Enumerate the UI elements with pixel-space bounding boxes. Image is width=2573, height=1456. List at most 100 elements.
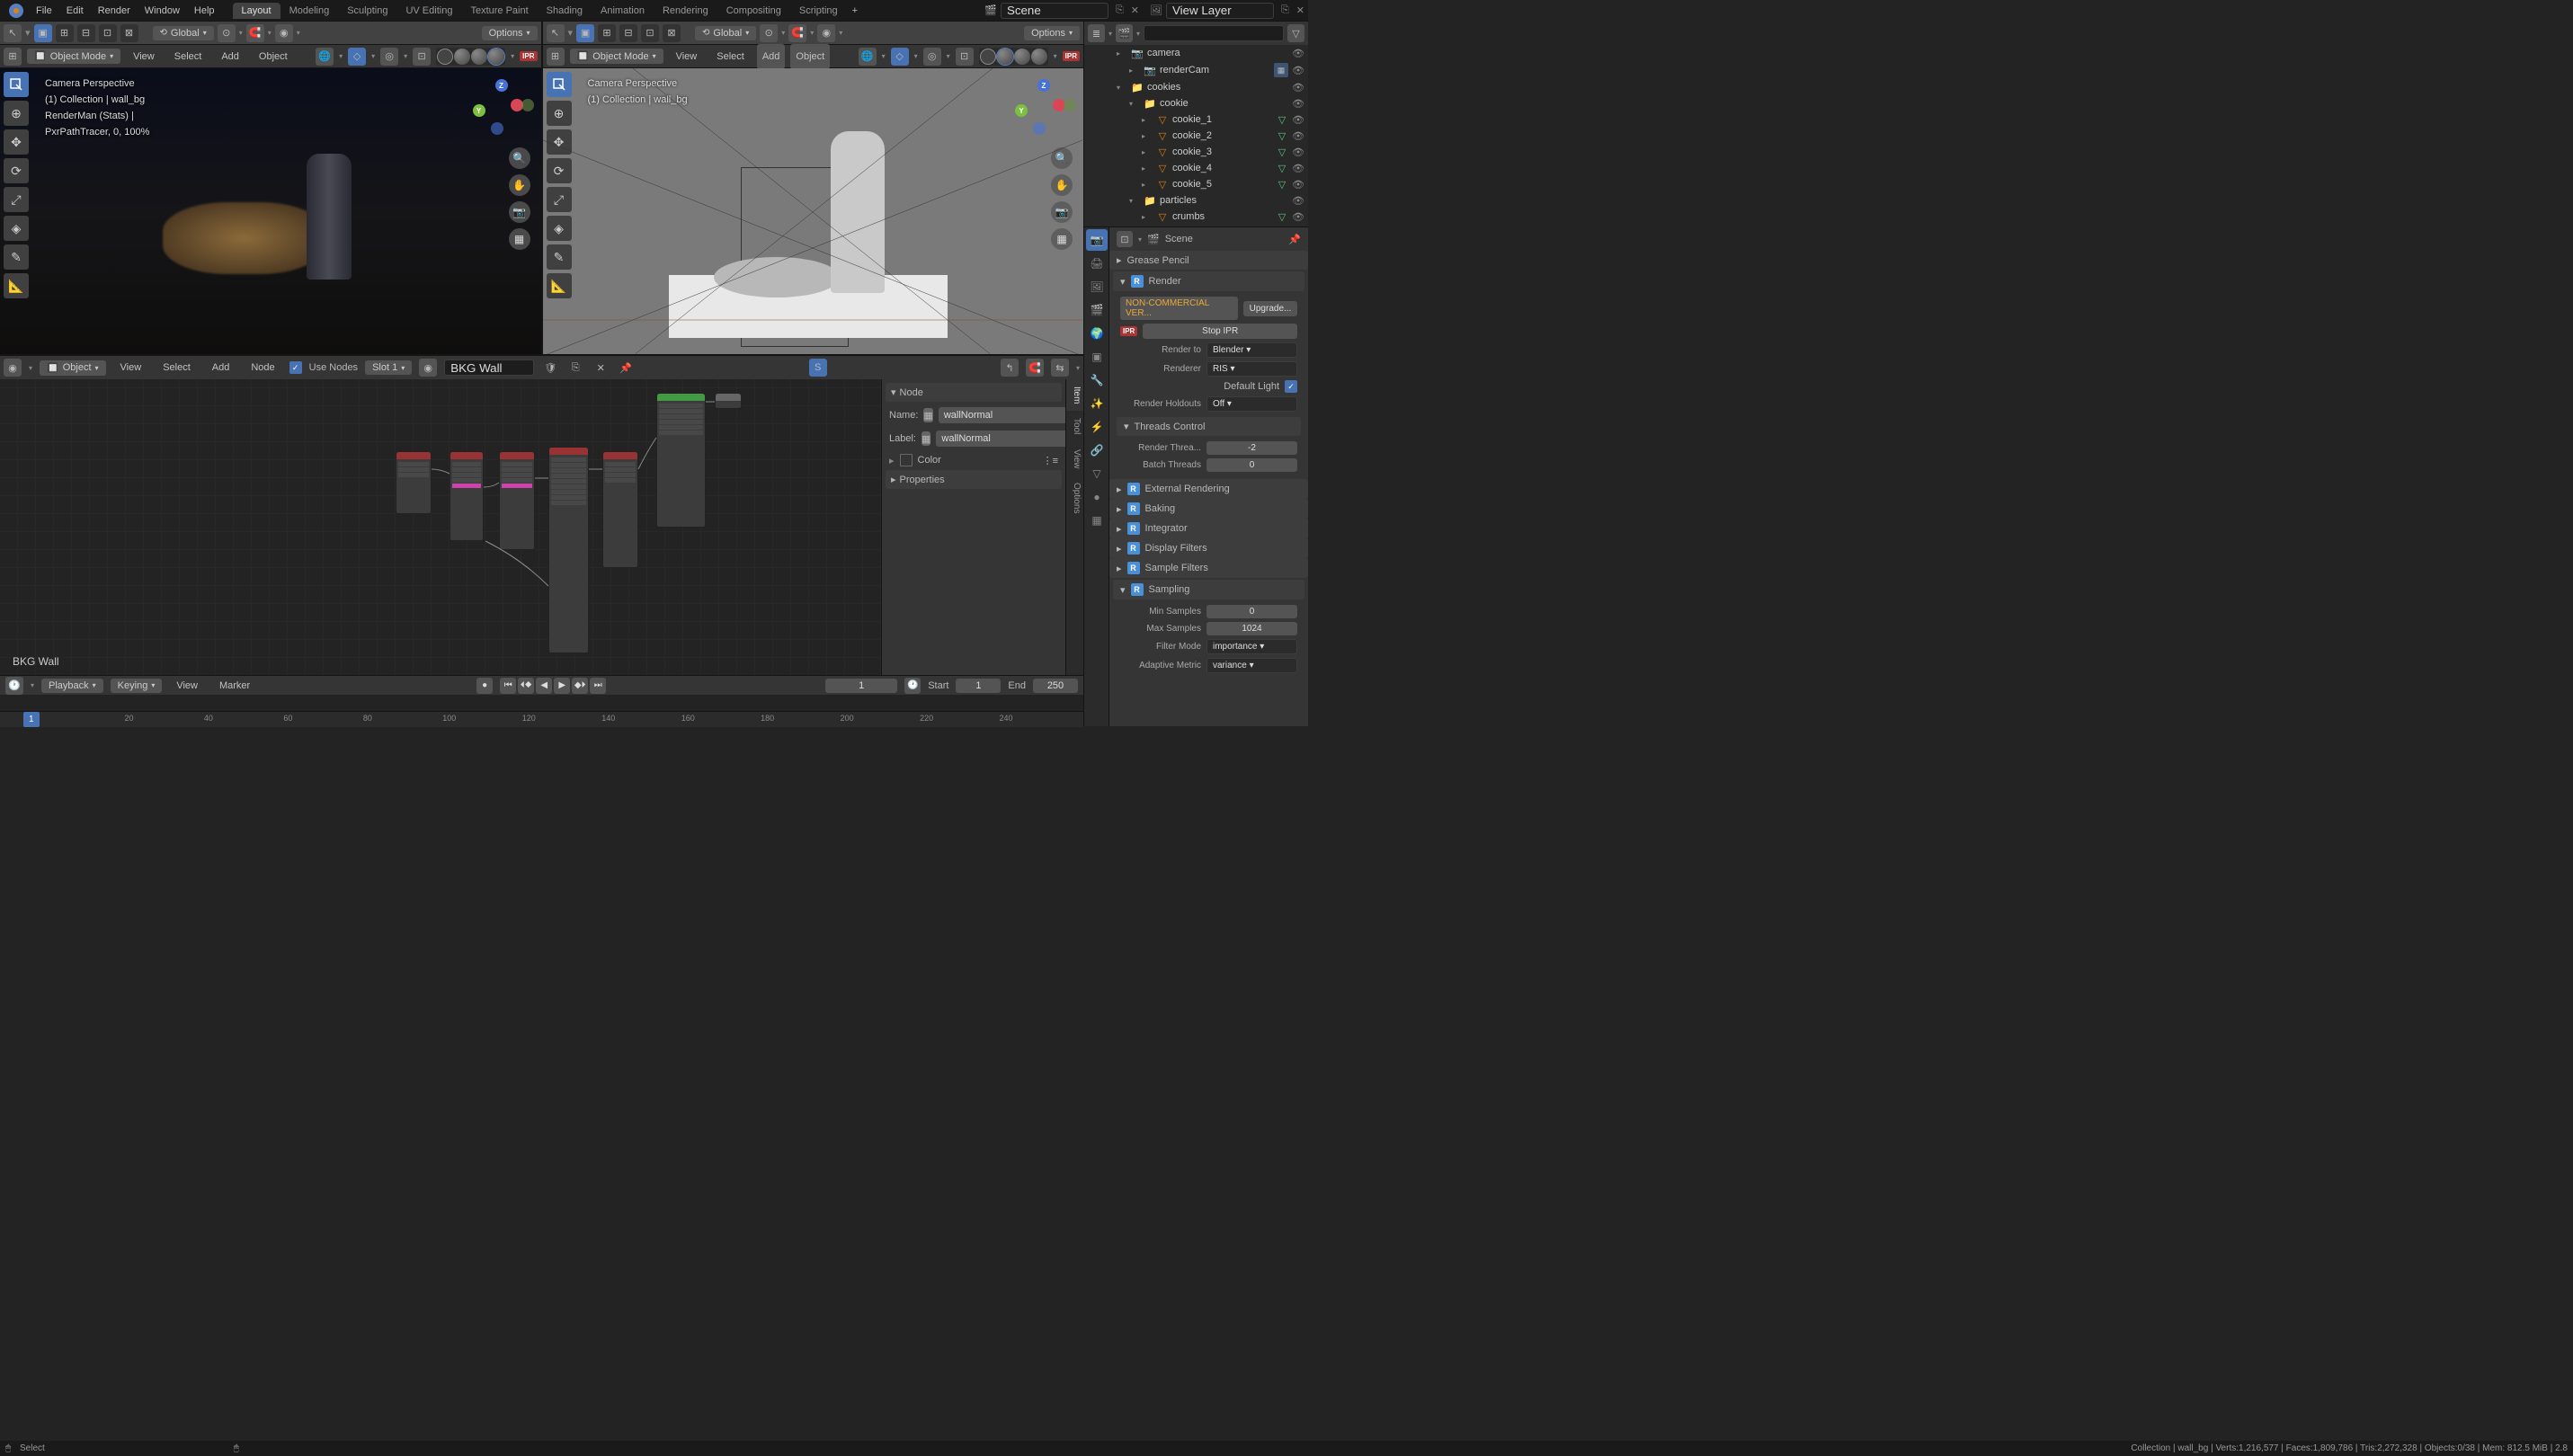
tool-rotate[interactable]: ⟳: [4, 158, 29, 183]
keying-dropdown[interactable]: Keying: [111, 679, 163, 693]
viewport-menu-add-r[interactable]: Add: [757, 44, 786, 69]
preset-icon[interactable]: ⋮≡: [1043, 455, 1058, 466]
timeline-menu-view[interactable]: View: [169, 675, 205, 697]
snap-r1[interactable]: ⊞: [598, 24, 616, 42]
disclosure-icon[interactable]: ▸: [1129, 67, 1140, 75]
shading-mode-selector-r[interactable]: [979, 48, 1048, 66]
overlay-icon-r[interactable]: ◎: [923, 48, 941, 66]
outliner-item-particles[interactable]: ▾📁particles👁: [1084, 192, 1308, 209]
mode-dropdown-right[interactable]: 🔲 Object Mode: [570, 49, 663, 64]
overlay-icon[interactable]: ◎: [380, 48, 398, 66]
prop-tab-world[interactable]: 🌍: [1086, 323, 1108, 344]
arrange-icon[interactable]: ⇆: [1051, 359, 1069, 377]
prop-tab-object[interactable]: ▣: [1086, 346, 1108, 368]
visibility-toggle-icon[interactable]: 👁: [1292, 130, 1304, 142]
outliner-item-cookie_1[interactable]: ▸▽cookie_1▽👁: [1084, 111, 1308, 128]
visibility-toggle-icon[interactable]: 👁: [1292, 163, 1304, 174]
max-samples-field[interactable]: 1024: [1206, 622, 1297, 635]
node-label-input[interactable]: [936, 431, 1074, 447]
outliner-search[interactable]: [1144, 25, 1284, 41]
options-dropdown-r[interactable]: Options: [1024, 26, 1080, 40]
nav-pan-icon-r[interactable]: ✋: [1051, 174, 1073, 196]
disclosure-icon[interactable]: ▸: [1117, 49, 1127, 58]
play-reverse-icon[interactable]: ◀: [536, 678, 552, 694]
play-icon[interactable]: ▶: [554, 678, 570, 694]
disclosure-icon[interactable]: ▸: [1142, 213, 1153, 221]
prop-tab-material[interactable]: ●: [1086, 486, 1108, 508]
transform-orientation-dropdown-r[interactable]: ⟲ Global: [695, 26, 756, 40]
snap-node-icon[interactable]: S: [809, 359, 827, 377]
default-light-checkbox[interactable]: ✓: [1285, 380, 1297, 393]
nav-pan-icon[interactable]: ✋: [509, 174, 530, 196]
visibility-toggle-icon[interactable]: 👁: [1292, 146, 1304, 158]
menu-file[interactable]: File: [29, 0, 59, 22]
timeline-editor-icon[interactable]: 🕐: [5, 677, 23, 695]
workspace-tab-modeling[interactable]: Modeling: [280, 3, 339, 19]
disclosure-icon[interactable]: ▸: [1142, 132, 1153, 140]
node-sidebar-tab-options[interactable]: Options: [1066, 475, 1083, 520]
node-menu-select[interactable]: Select: [156, 357, 198, 378]
tool-measure[interactable]: 📐: [4, 273, 29, 298]
viewlayer-delete-icon[interactable]: ✕: [1296, 4, 1304, 16]
tool-cursor[interactable]: ⊕: [4, 101, 29, 126]
nav-zoom-icon-r[interactable]: 🔍: [1051, 147, 1073, 169]
cursor-tool-icon[interactable]: ↖: [4, 24, 22, 42]
workspace-tab-shading[interactable]: Shading: [538, 3, 592, 19]
shading-matpreview-icon-r[interactable]: [1014, 49, 1030, 65]
frame-cursor[interactable]: 1: [23, 712, 40, 727]
visibility-toggle-icon[interactable]: 👁: [1292, 82, 1304, 93]
mode-dropdown-left[interactable]: 🔲 Object Mode: [27, 49, 120, 64]
node-menu-view[interactable]: View: [113, 357, 149, 378]
upgrade-button[interactable]: Upgrade...: [1243, 301, 1297, 316]
outliner-item-cookie_3[interactable]: ▸▽cookie_3▽👁: [1084, 144, 1308, 160]
transform-orientation-dropdown[interactable]: ⟲ Global: [153, 26, 214, 40]
tool-move-r[interactable]: ✥: [547, 129, 572, 155]
shading-matpreview-icon[interactable]: [471, 49, 487, 65]
overlay-toggle-icon-r[interactable]: 🌐: [859, 48, 877, 66]
stop-ipr-button[interactable]: Stop IPR: [1143, 324, 1297, 339]
node-sidebar-tab-view[interactable]: View: [1066, 442, 1083, 476]
visibility-toggle-icon[interactable]: 👁: [1292, 48, 1304, 59]
pin-icon[interactable]: 🛡: [541, 359, 559, 377]
snap-r2[interactable]: ⊟: [619, 24, 637, 42]
ext-rendering-header[interactable]: ▸ R External Rendering: [1109, 479, 1308, 499]
tool-scale[interactable]: ⤢: [4, 187, 29, 212]
prop-tab-viewlayer[interactable]: 🖼: [1086, 276, 1108, 297]
mesh-data-icon[interactable]: ▽: [1276, 178, 1288, 191]
prop-tab-scene[interactable]: 🎬: [1086, 299, 1108, 321]
snap-icon-2[interactable]: ⊟: [77, 24, 95, 42]
proportional-edit-icon[interactable]: ◉: [275, 24, 293, 42]
tool-measure-r[interactable]: 📐: [547, 273, 572, 298]
render-holdouts-dropdown[interactable]: Off ▾: [1206, 396, 1297, 412]
parent-node-icon[interactable]: ↰: [1001, 359, 1019, 377]
prop-tab-texture[interactable]: ▦: [1086, 510, 1108, 531]
mesh-data-icon[interactable]: ▽: [1276, 146, 1288, 158]
preview-range-icon[interactable]: 🕐: [904, 678, 921, 694]
shading-mode-selector[interactable]: [436, 48, 505, 66]
menu-edit[interactable]: Edit: [59, 0, 91, 22]
pivot-point-icon-r[interactable]: ⊙: [760, 24, 778, 42]
prop-tab-output[interactable]: 🖨: [1086, 253, 1108, 274]
outliner-item-rendercam[interactable]: ▸📷renderCam▦👁: [1084, 61, 1308, 79]
node-menu-add[interactable]: Add: [205, 357, 237, 378]
snap-icon-4[interactable]: ⊠: [120, 24, 138, 42]
workspace-tab-texture-paint[interactable]: Texture Paint: [461, 3, 537, 19]
node-canvas[interactable]: BKG Wall ▾ Node Name:▦ Label:▦ ▸ Color⋮≡…: [0, 379, 1083, 675]
viewport-menu-select[interactable]: Select: [167, 46, 209, 67]
visibility-toggle-icon[interactable]: 👁: [1292, 195, 1304, 207]
copy-icon[interactable]: ⎘: [566, 359, 584, 377]
render-to-dropdown[interactable]: Blender ▾: [1206, 342, 1297, 358]
outliner-item-camera[interactable]: ▸📷camera👁: [1084, 45, 1308, 61]
nav-zoom-icon[interactable]: 🔍: [509, 147, 530, 169]
node-editor-type-icon[interactable]: ◉: [4, 359, 22, 377]
scene-browse-icon[interactable]: 🎬: [984, 4, 997, 16]
node-sidebar-tab-tool[interactable]: Tool: [1066, 411, 1083, 441]
snap-icon-3[interactable]: ⊡: [99, 24, 117, 42]
viewport-menu-add[interactable]: Add: [214, 46, 246, 67]
outliner-item-cookies[interactable]: ▾📁cookies👁: [1084, 79, 1308, 95]
tool-cursor-r[interactable]: ⊕: [547, 101, 572, 126]
tool-transform-r[interactable]: ◈: [547, 216, 572, 241]
menu-render[interactable]: Render: [91, 0, 138, 22]
scene-delete-icon[interactable]: ✕: [1131, 4, 1139, 16]
menu-window[interactable]: Window: [138, 0, 187, 22]
